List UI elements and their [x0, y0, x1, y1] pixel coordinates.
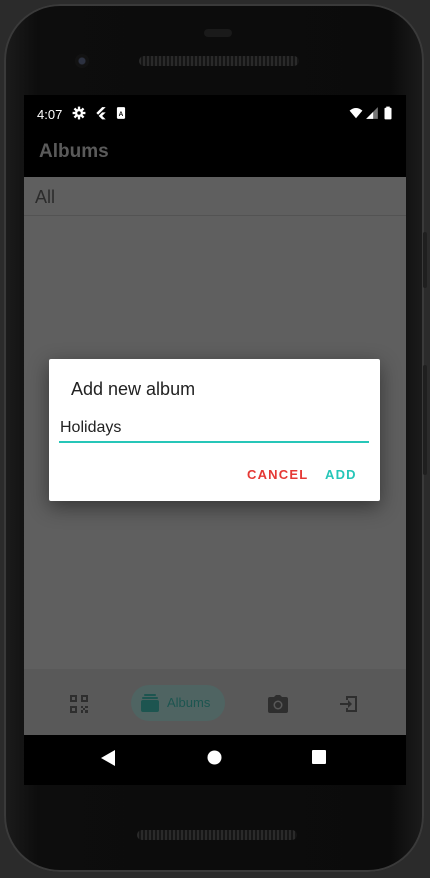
list-item[interactable]: All — [24, 177, 406, 216]
back-icon[interactable] — [101, 750, 115, 766]
bottom-speaker — [137, 830, 297, 840]
dialog-title: Add new album — [71, 379, 196, 399]
app-bar: Albums — [24, 133, 406, 177]
page-title: Albums — [39, 141, 109, 162]
power-button[interactable] — [423, 365, 427, 475]
album-name-field — [59, 417, 370, 443]
nav-item-albums[interactable]: Albums — [131, 685, 225, 721]
system-nav-bar — [24, 735, 406, 785]
album-label: All — [35, 187, 56, 207]
add-button[interactable]: ADD — [325, 467, 357, 482]
qr-code-icon[interactable] — [70, 695, 88, 713]
front-camera — [75, 54, 89, 68]
albums-stack-icon — [141, 694, 159, 712]
cancel-button[interactable]: CANCEL — [247, 467, 308, 482]
earpiece-speaker — [139, 56, 299, 66]
top-sensor — [204, 29, 232, 37]
settings-icon — [72, 106, 86, 120]
add-album-dialog: Add new album CANCEL ADD — [49, 359, 380, 501]
wifi-icon — [349, 108, 363, 119]
volume-button[interactable] — [423, 232, 427, 288]
album-name-input[interactable] — [59, 417, 370, 437]
home-icon[interactable] — [207, 750, 222, 765]
flutter-icon — [96, 107, 106, 120]
svg-text:A: A — [119, 111, 124, 118]
sim-a-icon: A — [116, 107, 126, 119]
nav-label-albums: Albums — [167, 695, 211, 710]
logout-icon[interactable] — [340, 695, 358, 713]
recents-icon[interactable] — [312, 750, 326, 764]
cell-signal-icon — [366, 107, 378, 119]
bottom-navigation: Albums — [24, 669, 406, 735]
camera-icon[interactable] — [268, 695, 288, 713]
status-time: 4:07 — [37, 107, 63, 122]
battery-icon — [384, 106, 392, 120]
status-bar: 4:07 A — [24, 95, 406, 133]
